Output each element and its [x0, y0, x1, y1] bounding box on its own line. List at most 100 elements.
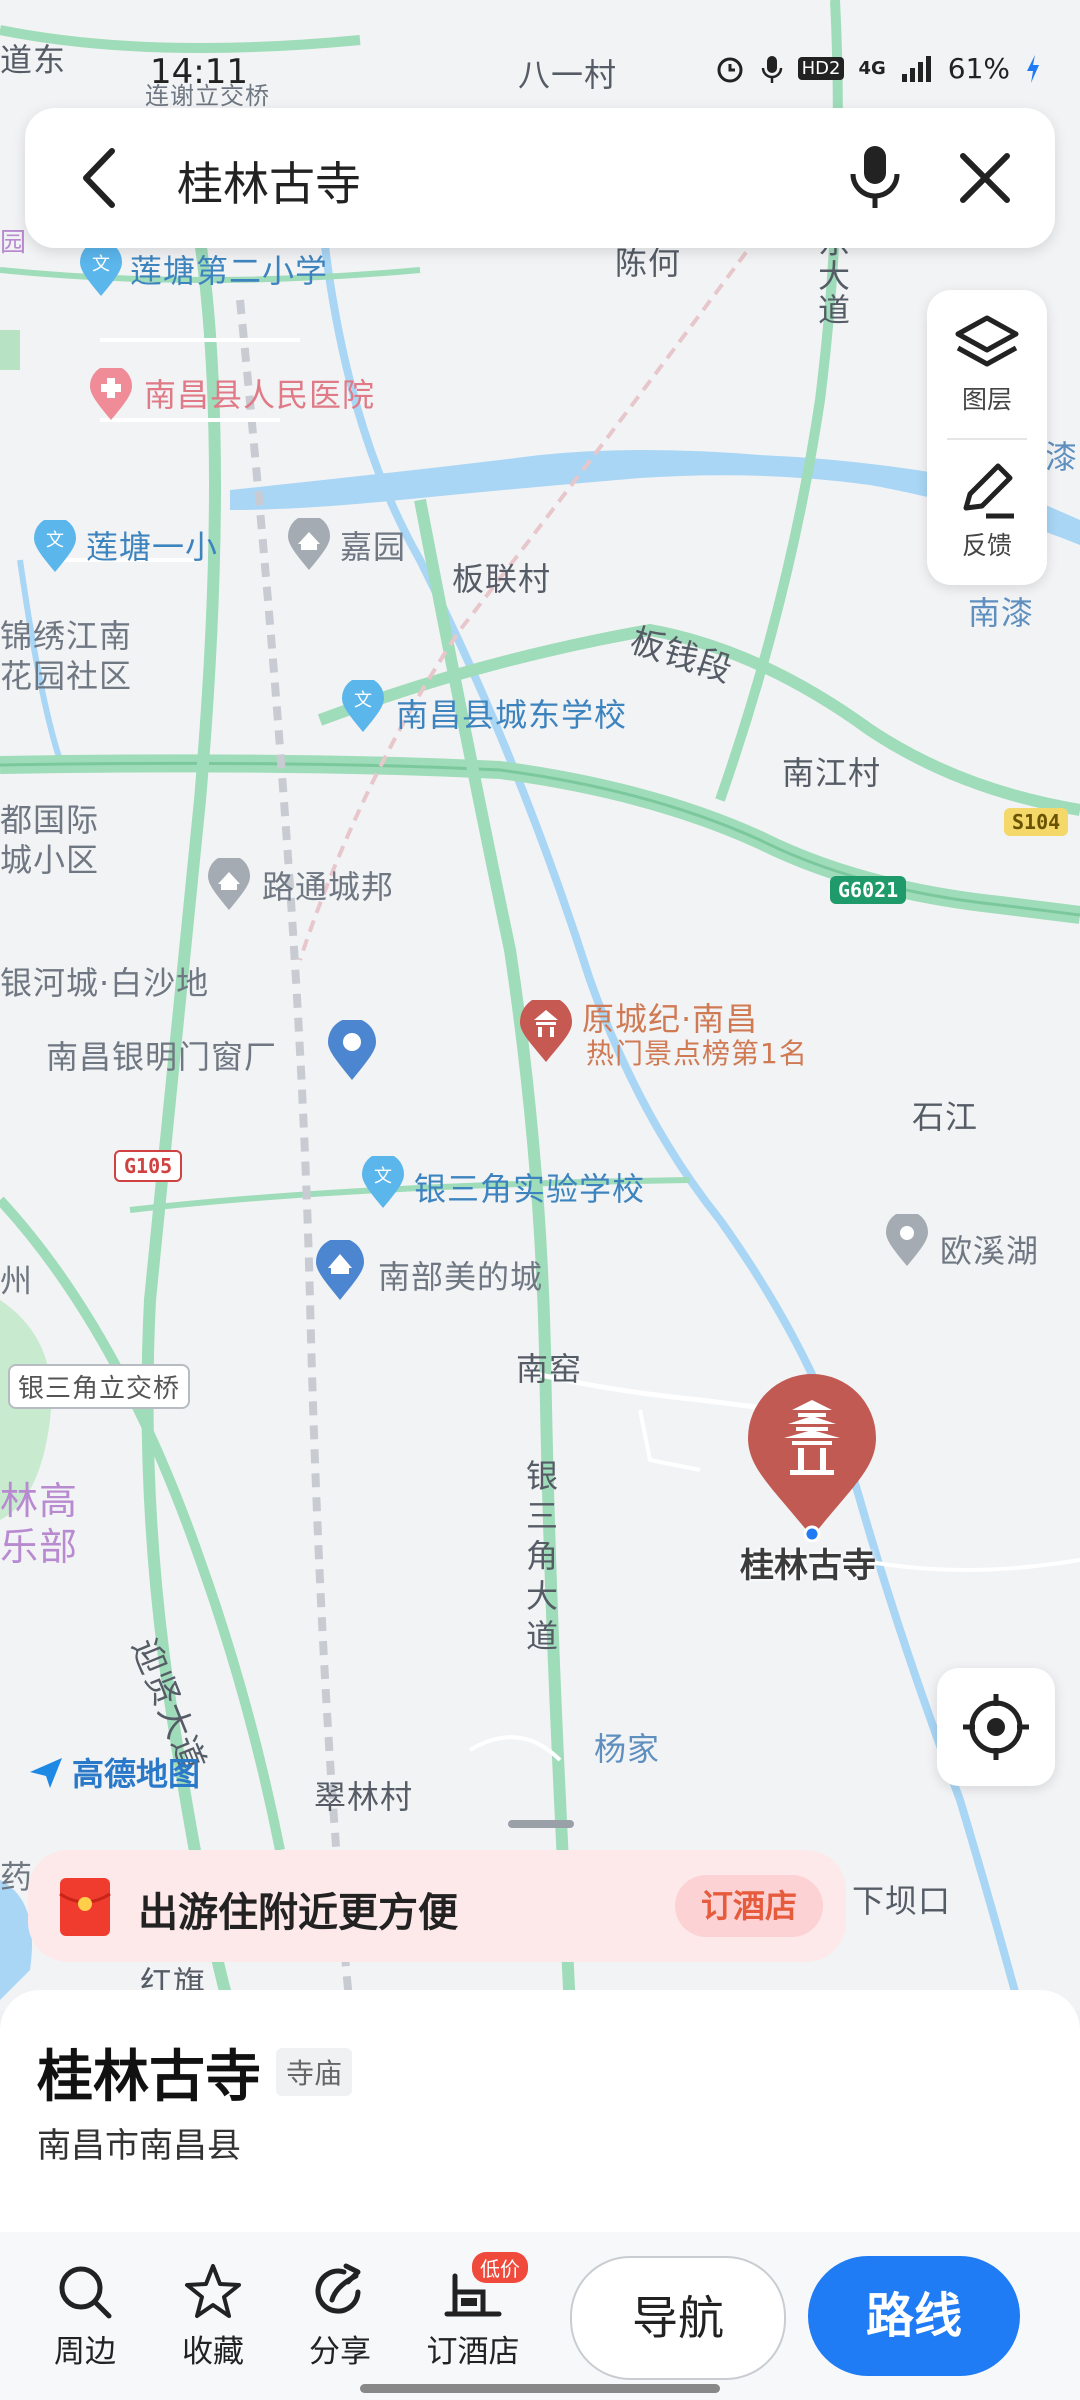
map-label: 州	[0, 1262, 34, 1300]
layers-button[interactable]: 图层	[927, 312, 1047, 416]
highway-shield: G6021	[830, 876, 907, 904]
nearby-button[interactable]: 周边	[30, 2262, 140, 2371]
charging-icon	[1027, 54, 1039, 83]
school-pin-icon[interactable]: 文	[340, 677, 386, 734]
promo-text: 出游住附近更方便	[138, 1890, 458, 1936]
svg-text:文: 文	[354, 690, 372, 711]
map-label: 热门景点榜第1名	[586, 1037, 808, 1070]
map-label: 嘉园	[340, 528, 407, 566]
map-label: 银三角立交桥	[8, 1364, 191, 1409]
red-envelope-icon	[59, 1878, 111, 1936]
place-address: 南昌市南昌县	[37, 2126, 241, 2166]
locate-me-button[interactable]	[937, 1668, 1055, 1786]
residence-pin-icon[interactable]	[206, 855, 252, 912]
battery-percent: 61%	[947, 52, 1010, 85]
map-label: 园	[0, 228, 28, 258]
book-hotel-button[interactable]: 订酒店	[675, 1875, 823, 1937]
selected-poi-marker[interactable]	[742, 1372, 882, 1543]
map-label: 锦绣江南 花园社区	[0, 617, 133, 695]
map-label: 银 三 角 大 道	[526, 1457, 560, 1655]
price-badge: 低价	[472, 2252, 528, 2283]
favorite-label: 收藏	[182, 2334, 244, 2370]
map-label: 石江	[912, 1098, 979, 1136]
sheet-drag-handle[interactable]	[508, 1820, 574, 1828]
action-bar: 周边 收藏 分享 低价 订酒店 导航 路线	[0, 2232, 1080, 2400]
favorite-button[interactable]: 收藏	[158, 2262, 268, 2371]
svg-text:文: 文	[374, 1166, 392, 1187]
map-label: 板联村	[452, 560, 552, 598]
status-time: 14:11	[150, 52, 248, 92]
highway-shield: G105	[114, 1150, 183, 1182]
search-icon	[59, 2266, 112, 2319]
share-icon	[315, 2263, 361, 2314]
navigate-button[interactable]: 导航	[570, 2256, 786, 2380]
map-label: 翠林村	[314, 1778, 414, 1816]
map-label: 南江村	[782, 754, 882, 792]
crosshair-icon	[963, 1694, 1029, 1760]
tools-divider	[947, 438, 1027, 440]
share-button[interactable]: 分享	[285, 2262, 395, 2371]
close-icon[interactable]	[955, 148, 1015, 208]
svg-text:文: 文	[46, 530, 64, 551]
map-tools-panel: 图层 反馈	[927, 290, 1047, 585]
route-button[interactable]: 路线	[808, 2256, 1020, 2376]
temple-icon	[748, 1374, 876, 1543]
map-label: 莲塘第二小学	[130, 252, 329, 290]
school-pin-icon[interactable]: 文	[360, 1153, 406, 1210]
map-label: 路通城邦	[262, 868, 395, 906]
map-label: 欧溪湖	[940, 1232, 1040, 1270]
highway-shield: S104	[1004, 808, 1069, 836]
map-label: 南漆	[968, 594, 1035, 632]
map-label: 林高 乐部	[0, 1479, 79, 1569]
back-icon[interactable]	[70, 143, 130, 213]
school-pin-icon[interactable]: 文	[32, 517, 78, 574]
residence-pin-icon[interactable]	[286, 515, 332, 572]
place-name: 桂林古寺	[37, 2045, 261, 2110]
map-label: 南昌县人民医院	[144, 376, 376, 414]
home-indicator[interactable]	[360, 2384, 720, 2393]
feedback-pen-icon	[963, 463, 1014, 519]
selected-poi-label: 桂林古寺	[740, 1546, 876, 1586]
map-label: 杨家	[594, 1730, 661, 1768]
map-canvas[interactable]: 连谢立交桥 八一村 道东 陈何 园 东 大 道 文 莲塘第二小学 南昌县人民医院…	[0, 0, 1080, 2010]
search-bar[interactable]: 桂林古寺	[25, 108, 1055, 248]
map-label: 莲塘一小	[86, 528, 219, 566]
signal-icon	[901, 55, 931, 82]
map-label: 银三角实验学校	[414, 1170, 646, 1208]
svg-text:文: 文	[92, 254, 110, 275]
hospital-pin-icon[interactable]	[88, 365, 134, 422]
map-label: 南部美的城	[378, 1258, 544, 1296]
amap-logo-text: 高德地图	[72, 1755, 201, 1793]
feedback-label: 反馈	[961, 531, 1012, 560]
map-label: 漆	[1045, 438, 1079, 476]
mic-status-icon	[761, 55, 782, 83]
hd-icon: HD2	[797, 57, 845, 80]
map-label: 南窑	[516, 1350, 583, 1388]
location-pin-icon[interactable]	[326, 1018, 378, 1082]
residence-pin-icon[interactable]	[314, 1238, 366, 1302]
hotel-button[interactable]: 低价 订酒店	[414, 2252, 532, 2371]
voice-search-icon[interactable]	[845, 142, 905, 214]
scenic-pin-icon[interactable]	[518, 996, 574, 1064]
status-bar: 14:11 HD2 4G 61%	[0, 40, 1080, 104]
map-label: 南昌县城东学校	[396, 696, 628, 734]
amap-logo-icon	[30, 1758, 62, 1788]
map-label: 银河城·白沙地	[0, 964, 210, 1002]
feedback-button[interactable]: 反馈	[927, 458, 1047, 562]
school-pin-icon[interactable]: 文	[78, 241, 124, 298]
network-type: 4G	[858, 58, 886, 79]
layers-label: 图层	[961, 385, 1012, 414]
nearby-label: 周边	[54, 2334, 116, 2370]
amap-logo: 高德地图	[26, 1752, 201, 1793]
share-label: 分享	[309, 2334, 371, 2370]
hotel-label: 订酒店	[426, 2334, 520, 2370]
place-category-tag: 寺庙	[276, 2048, 353, 2096]
place-pin-icon[interactable]	[884, 1211, 930, 1268]
alarm-icon	[717, 57, 743, 82]
map-label: 都国际 城小区	[0, 801, 100, 879]
map-label: 南昌银明门窗厂	[46, 1038, 278, 1076]
hotel-promo-banner[interactable]: 出游住附近更方便 订酒店	[28, 1850, 846, 1962]
star-icon	[185, 2264, 241, 2318]
search-query[interactable]: 桂林古寺	[177, 148, 361, 214]
map-label: 下坝口	[852, 1882, 952, 1920]
